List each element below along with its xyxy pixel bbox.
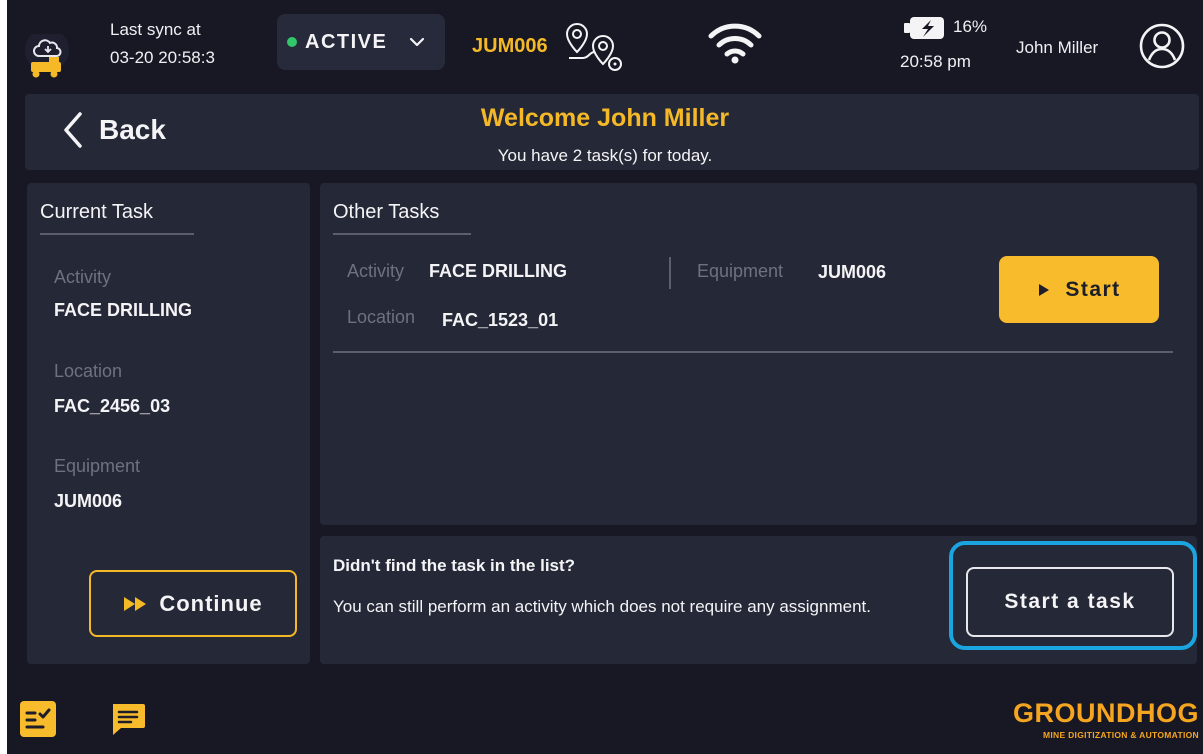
title-underline [333, 233, 471, 235]
current-task-panel: Current Task Activity FACE DRILLING Loca… [27, 183, 310, 664]
bottom-bar: GROUNDHOG MINE DIGITIZATION & AUTOMATION [7, 684, 1203, 754]
activity-label: Activity [54, 267, 112, 287]
current-task-title: Current Task [40, 201, 154, 223]
status-label: ACTIVE [305, 30, 388, 53]
top-bar: Last sync at 03-20 20:58:3 ACTIVE JUM006 [7, 0, 1203, 90]
other-tasks-title: Other Tasks [333, 201, 440, 223]
find-task-title: Didn't find the task in the list? [333, 556, 576, 575]
app-logo [21, 28, 73, 90]
last-sync: Last sync at 03-20 20:58:3 [110, 16, 215, 72]
start-a-task-label: Start a task [1004, 590, 1136, 613]
equipment-label: Equipment [54, 456, 141, 476]
start-task-panel: Didn't find the task in the list? You ca… [320, 536, 1197, 664]
play-icon [1039, 283, 1050, 296]
tab-tasks[interactable] [7, 684, 69, 754]
cloud-truck-icon [25, 28, 69, 78]
clock: 20:58 pm [900, 52, 971, 71]
task-equipment-label: Equipment [697, 261, 784, 281]
chevron-down-icon [410, 37, 425, 47]
task-activity-value: FACE DRILLING [429, 261, 567, 281]
user-avatar-icon[interactable] [1138, 22, 1186, 70]
brand-tagline: MINE DIGITIZATION & AUTOMATION [1042, 730, 1199, 740]
active-status-dot [287, 37, 297, 47]
sync-label: Last sync at [110, 20, 201, 39]
route-pins-icon[interactable] [563, 20, 631, 74]
battery-charging-icon [904, 17, 944, 39]
equipment-code: JUM006 [472, 35, 548, 57]
welcome-title: Welcome John Miller [480, 104, 730, 132]
user-name: John Miller [1016, 38, 1099, 57]
title-underline [40, 233, 194, 235]
welcome-subtitle: You have 2 task(s) for today. [497, 146, 713, 165]
battery-percent: 16% [953, 17, 988, 36]
fast-forward-icon [124, 596, 147, 611]
app-root: Last sync at 03-20 20:58:3 ACTIVE JUM006 [7, 0, 1203, 754]
start-button[interactable]: Start [999, 256, 1159, 323]
task-location-label: Location [347, 307, 416, 327]
start-label: Start [1065, 277, 1121, 301]
equipment-value: JUM006 [54, 491, 123, 511]
chat-icon [113, 704, 145, 735]
task-location-value: FAC_1523_01 [442, 310, 559, 330]
wifi-icon [708, 23, 762, 64]
continue-label: Continue [159, 590, 263, 616]
other-tasks-panel: Other Tasks Activity FACE DRILLING Equip… [320, 183, 1197, 525]
tab-messages[interactable] [103, 684, 153, 754]
sync-time: 03-20 20:58:3 [110, 48, 215, 67]
activity-value: FACE DRILLING [54, 300, 192, 320]
row-separator [333, 351, 1173, 353]
row-divider [669, 257, 671, 289]
continue-button[interactable]: Continue [89, 570, 297, 637]
find-task-body: You can still perform an activity which … [333, 597, 871, 616]
task-equipment-value: JUM006 [818, 262, 887, 282]
start-a-task-button[interactable]: Start a task [966, 567, 1174, 637]
location-value: FAC_2456_03 [54, 396, 171, 416]
location-label: Location [54, 361, 123, 381]
task-activity-label: Activity [347, 261, 405, 281]
brand-name: GROUNDHOG [1013, 698, 1199, 728]
status-dropdown[interactable]: ACTIVE [277, 14, 445, 70]
task-list-icon [20, 701, 56, 737]
